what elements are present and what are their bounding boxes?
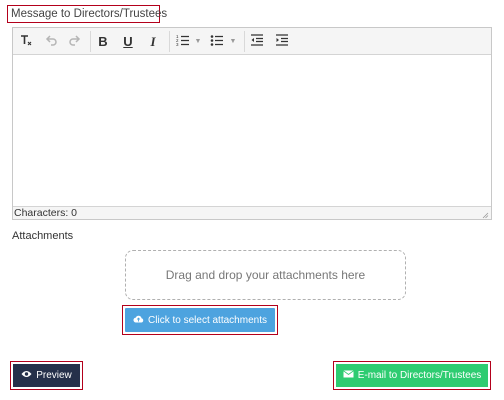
ordered-list-icon: 1 2 3 — [176, 33, 190, 50]
message-label: Message to Directors/Trustees — [7, 5, 167, 23]
message-editor: B U I 1 2 3 ▼ ▼ Characters: 0 — [12, 27, 492, 220]
attachments-label: Attachments — [12, 230, 74, 242]
editor-statusbar: Characters: 0 — [13, 206, 491, 219]
toolbar-separator — [169, 31, 170, 52]
select-attachments-button[interactable]: Click to select attachments — [125, 308, 275, 332]
chevron-down-icon: ▼ — [229, 38, 237, 45]
unordered-list-button[interactable] — [207, 31, 227, 52]
preview-button[interactable]: Preview — [13, 364, 80, 387]
indent-button[interactable] — [272, 31, 292, 52]
italic-button[interactable]: I — [143, 31, 163, 52]
select-attachments-highlight: Click to select attachments — [122, 305, 278, 335]
select-attachments-label: Click to select attachments — [148, 314, 267, 326]
unordered-list-icon — [210, 33, 224, 50]
preview-label: Preview — [36, 370, 72, 381]
outdent-button[interactable] — [247, 31, 267, 52]
ordered-list-dropdown[interactable]: ▼ — [193, 31, 203, 52]
underline-button[interactable]: U — [118, 31, 138, 52]
svg-text:3: 3 — [176, 42, 179, 47]
clear-format-icon — [19, 33, 33, 50]
dropzone-text: Drag and drop your attachments here — [165, 268, 366, 282]
indent-icon — [275, 33, 289, 50]
undo-button[interactable] — [41, 31, 61, 52]
ordered-list-button[interactable]: 1 2 3 — [173, 31, 193, 52]
preview-highlight: Preview — [10, 361, 83, 390]
editor-toolbar: B U I 1 2 3 ▼ ▼ — [13, 28, 491, 55]
italic-icon: I — [150, 33, 156, 49]
redo-icon — [68, 33, 82, 50]
chevron-down-icon: ▼ — [194, 38, 202, 45]
unordered-list-dropdown[interactable]: ▼ — [228, 31, 238, 52]
undo-icon — [44, 33, 58, 50]
toolbar-separator — [90, 31, 91, 52]
clear-format-button[interactable] — [16, 31, 36, 52]
eye-icon — [21, 370, 32, 381]
email-directors-label: E-mail to Directors/Trustees — [357, 370, 482, 381]
bold-icon: B — [98, 34, 108, 49]
bold-button[interactable]: B — [93, 31, 113, 52]
outdent-icon — [250, 33, 264, 50]
email-directors-button[interactable]: E-mail to Directors/Trustees — [336, 364, 488, 387]
redo-button[interactable] — [65, 31, 85, 52]
message-text-area[interactable] — [13, 55, 491, 206]
resize-handle-icon[interactable] — [482, 210, 489, 219]
email-highlight: E-mail to Directors/Trustees — [333, 361, 491, 390]
character-count: Characters: 0 — [14, 207, 78, 219]
toolbar-separator — [244, 31, 245, 52]
attachment-dropzone[interactable]: Drag and drop your attachments here — [125, 250, 406, 300]
envelope-icon — [342, 370, 354, 381]
cloud-upload-icon — [133, 314, 144, 326]
underline-icon: U — [123, 34, 133, 49]
